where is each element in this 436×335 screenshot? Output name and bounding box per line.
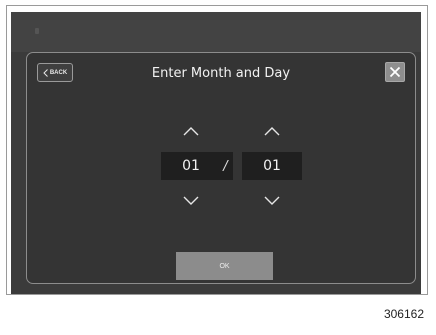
- dialog-title: Enter Month and Day: [151, 66, 291, 81]
- month-increment-button[interactable]: [179, 123, 203, 139]
- chevron-up-icon: [183, 127, 199, 136]
- chevron-up-icon: [264, 127, 280, 136]
- chevron-down-icon: [183, 196, 199, 205]
- chevron-down-icon: [264, 196, 280, 205]
- display-screen: BACK Enter Month and Day 01 / 01 OK: [11, 12, 421, 294]
- month-decrement-button[interactable]: [179, 193, 203, 209]
- day-decrement-button[interactable]: [260, 193, 284, 209]
- thermometer-icon: [35, 28, 39, 34]
- background-status-bar: [11, 12, 421, 52]
- figure-number: 306162: [383, 307, 424, 321]
- close-icon: [389, 66, 401, 78]
- close-button[interactable]: [385, 62, 405, 82]
- date-separator: /: [218, 152, 233, 180]
- status-icon: [344, 27, 354, 37]
- ok-button[interactable]: OK: [176, 252, 273, 280]
- day-value[interactable]: 01: [242, 152, 302, 180]
- date-entry-dialog: BACK Enter Month and Day 01 / 01 OK: [26, 52, 416, 284]
- day-increment-button[interactable]: [260, 123, 284, 139]
- month-value[interactable]: 01: [161, 152, 221, 180]
